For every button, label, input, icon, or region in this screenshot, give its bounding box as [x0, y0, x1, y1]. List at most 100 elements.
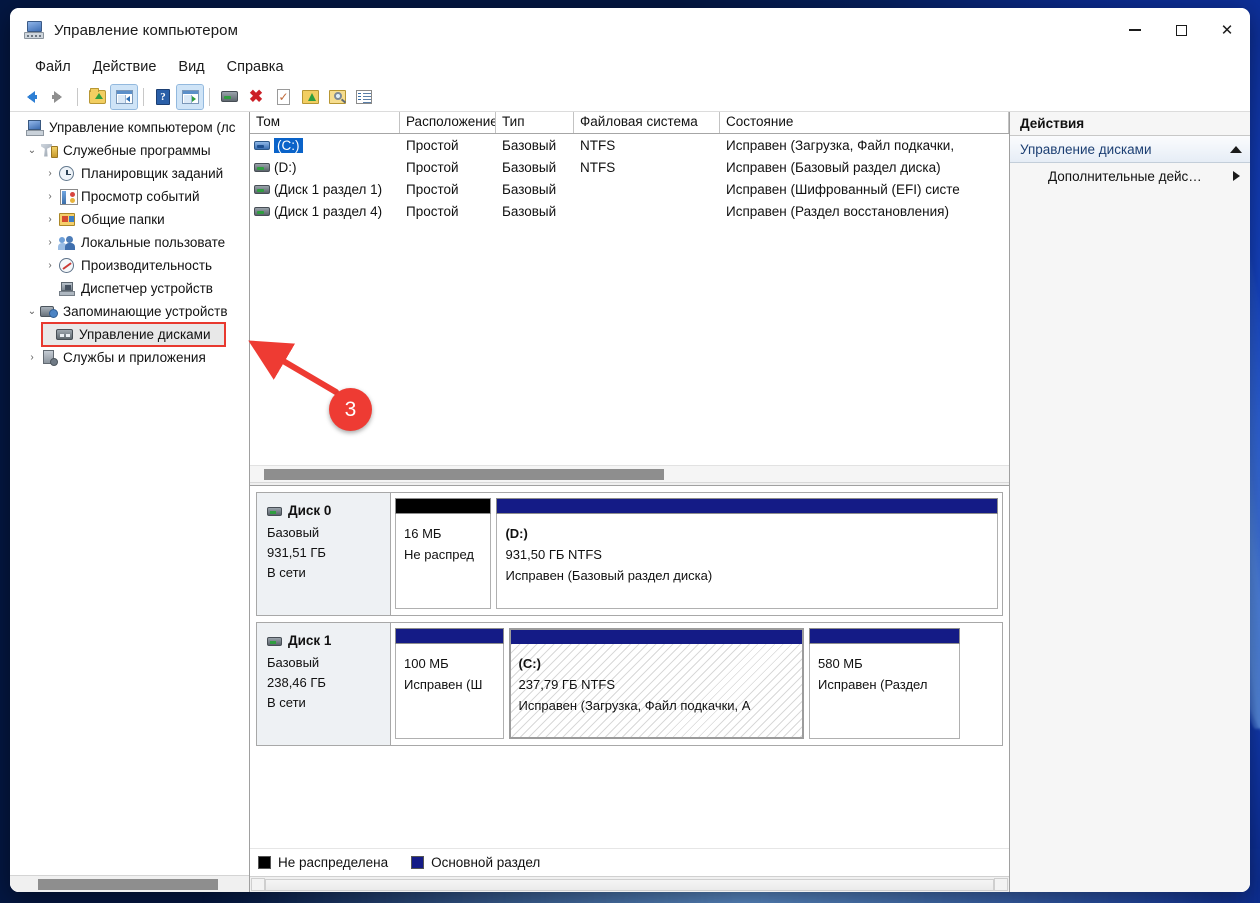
- actions-group-label: Управление дисками: [1020, 141, 1152, 157]
- tree-item-local-users[interactable]: › Локальные пользовате: [10, 231, 249, 254]
- tree-twisty[interactable]: ›: [42, 237, 58, 248]
- scroll-right-button[interactable]: [994, 878, 1008, 891]
- partition-size: 16 МБ: [404, 526, 442, 541]
- close-button[interactable]: ✕: [1204, 8, 1250, 52]
- cell-status: Исправен (Шифрованный (EFI) систе: [726, 181, 960, 197]
- cell-layout: Простой: [406, 159, 459, 175]
- tree-item-label: Службы и приложения: [63, 350, 206, 365]
- volume-disk-icon: [254, 206, 270, 216]
- volume-disk-icon: [254, 162, 270, 172]
- partition-d[interactable]: (D:) 931,50 ГБ NTFS Исправен (Базовый ра…: [496, 498, 998, 609]
- tree-twisty[interactable]: ›: [42, 168, 58, 179]
- disk-title: Диск 1: [267, 631, 380, 651]
- show-console-tree-icon[interactable]: [110, 83, 138, 110]
- title-bar: Управление компьютером ✕: [10, 8, 1250, 52]
- action-more-actions[interactable]: Дополнительные дейс…: [1010, 163, 1250, 189]
- partition-efi[interactable]: 100 МБ Исправен (Ш: [395, 628, 504, 739]
- partition-body: (D:) 931,50 ГБ NTFS Исправен (Базовый ра…: [496, 514, 998, 609]
- computer-management-icon: [24, 21, 44, 39]
- disk-block[interactable]: Диск 1 Базовый 238,46 ГБ В сети 100 МБ И…: [256, 622, 1003, 746]
- action-label: Дополнительные дейс…: [1048, 168, 1202, 184]
- toolbar-separator: [77, 87, 78, 106]
- tree-item-label: Запоминающие устройств: [63, 304, 228, 319]
- tree-item-services-applications[interactable]: › Службы и приложения: [10, 346, 249, 369]
- disk-block[interactable]: Диск 0 Базовый 931,51 ГБ В сети 16 МБ Не…: [256, 492, 1003, 616]
- chevron-right-icon: [1233, 171, 1240, 181]
- column-header-type[interactable]: Тип: [496, 112, 574, 133]
- tree-item-label: Общие папки: [81, 212, 165, 227]
- tree-item-storage[interactable]: ⌄ Запоминающие устройств: [10, 300, 249, 323]
- chevron-up-icon[interactable]: [1230, 145, 1242, 153]
- tree-item-performance[interactable]: › Производительность: [10, 254, 249, 277]
- column-header-layout[interactable]: Расположение: [400, 112, 496, 133]
- folder-up-icon[interactable]: [84, 85, 110, 109]
- tree-twisty[interactable]: ⌄: [24, 306, 40, 317]
- help-icon[interactable]: ?: [150, 85, 176, 109]
- partition-body: 580 МБ Исправен (Раздел: [809, 644, 960, 739]
- legend-swatch-primary: [411, 856, 425, 869]
- cell-volume: (C:): [250, 137, 400, 153]
- table-row[interactable]: (D:) Простой Базовый NTFS Исправен (Базо…: [250, 156, 1009, 178]
- scrollbar-thumb[interactable]: [38, 878, 218, 890]
- toolbar: ? ✖: [10, 82, 1250, 112]
- cell-type: Базовый: [502, 137, 557, 153]
- column-header-status[interactable]: Состояние: [720, 112, 1009, 133]
- actions-pane: Действия Управление дисками Дополнительн…: [1010, 112, 1250, 892]
- tree-twisty[interactable]: ›: [42, 191, 58, 202]
- back-icon[interactable]: [18, 85, 44, 109]
- minimize-button[interactable]: [1112, 8, 1158, 52]
- disk-name: Диск 0: [288, 503, 332, 518]
- maximize-button[interactable]: [1158, 8, 1204, 52]
- partition-recovery[interactable]: 580 МБ Исправен (Раздел: [809, 628, 960, 739]
- volume-list-horizontal-scrollbar[interactable]: [250, 465, 1009, 482]
- menu-bar: Файл Действие Вид Справка: [10, 52, 1250, 82]
- disk-info: Диск 1 Базовый 238,46 ГБ В сети: [257, 623, 391, 745]
- menu-view[interactable]: Вид: [167, 56, 215, 78]
- tree-horizontal-scrollbar[interactable]: [10, 875, 249, 892]
- table-row[interactable]: (C:) Простой Базовый NTFS Исправен (Загр…: [250, 134, 1009, 156]
- partition-body: 16 МБ Не распред: [395, 514, 492, 609]
- list-view-icon[interactable]: [351, 85, 377, 109]
- actions-header: Действия: [1010, 112, 1250, 136]
- scrollbar-track[interactable]: [265, 878, 994, 891]
- column-header-volume[interactable]: Том: [250, 112, 400, 133]
- tree-twisty[interactable]: ›: [42, 260, 58, 271]
- toolbar-separator: [209, 87, 210, 106]
- folder-green-up-icon[interactable]: [297, 85, 323, 109]
- tree-item-system-tools[interactable]: ⌄ Служебные программы: [10, 139, 249, 162]
- tree-twisty[interactable]: ›: [24, 352, 40, 363]
- window-body: Управление компьютером (лс ⌄ Служебные п…: [10, 112, 1250, 892]
- tree-item-disk-management[interactable]: Управление дисками: [41, 322, 226, 347]
- cell-volume: (D:): [250, 160, 400, 175]
- properties-icon[interactable]: [270, 85, 296, 109]
- tree-twisty[interactable]: ⌄: [24, 145, 40, 156]
- delete-icon[interactable]: ✖: [243, 85, 269, 109]
- column-header-file-system[interactable]: Файловая система: [574, 112, 720, 133]
- actions-group-disk-management[interactable]: Управление дисками: [1010, 136, 1250, 163]
- menu-action[interactable]: Действие: [82, 56, 168, 78]
- table-row[interactable]: (Диск 1 раздел 4) Простой Базовый Исправ…: [250, 200, 1009, 222]
- menu-file[interactable]: Файл: [24, 56, 82, 78]
- cell-status: Исправен (Загрузка, Файл подкачки,: [726, 137, 955, 153]
- tree-item-shared-folders[interactable]: › Общие папки: [10, 208, 249, 231]
- services-icon: [40, 349, 58, 366]
- tree-item-computer-management[interactable]: Управление компьютером (лс: [10, 116, 249, 139]
- tree-item-event-viewer[interactable]: › Просмотр событий: [10, 185, 249, 208]
- forward-icon[interactable]: [45, 85, 71, 109]
- show-action-pane-icon[interactable]: [176, 83, 204, 110]
- partition-c[interactable]: (C:) 237,79 ГБ NTFS Исправен (Загрузка, …: [508, 628, 804, 739]
- tree-twisty[interactable]: ›: [42, 214, 58, 225]
- volume-list-header: Том Расположение Тип Файловая система Со…: [250, 112, 1009, 134]
- disk-icon[interactable]: [216, 85, 242, 109]
- partition-unallocated[interactable]: 16 МБ Не распред: [395, 498, 492, 609]
- table-row[interactable]: (Диск 1 раздел 1) Простой Базовый Исправ…: [250, 178, 1009, 200]
- menu-help[interactable]: Справка: [216, 56, 295, 78]
- tree-item-task-scheduler[interactable]: › Планировщик заданий: [10, 162, 249, 185]
- cell-volume-label: (Диск 1 раздел 4): [274, 203, 383, 219]
- center-horizontal-scrollbar[interactable]: [250, 876, 1009, 892]
- search-folder-icon[interactable]: [324, 85, 350, 109]
- tree-item-device-manager[interactable]: Диспетчер устройств: [10, 277, 249, 300]
- scroll-left-button[interactable]: [251, 878, 265, 891]
- scrollbar-thumb[interactable]: [264, 468, 664, 480]
- partition-capacity-bar: [496, 498, 998, 514]
